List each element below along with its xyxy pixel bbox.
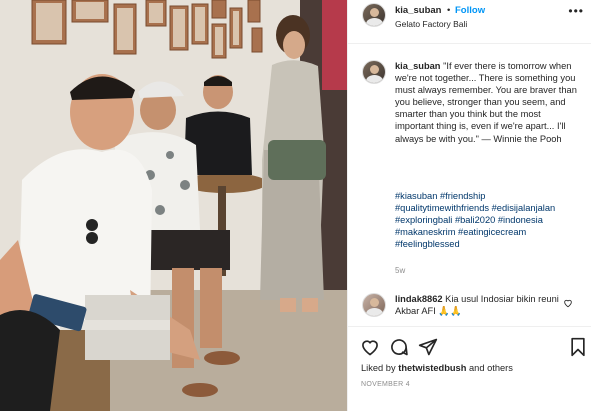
hashtag[interactable]: #edisijalanjalan: [492, 203, 556, 213]
caption-text: "If ever there is tomorrow when we're no…: [395, 61, 577, 144]
hashtag[interactable]: #feelingblessed: [395, 239, 460, 249]
comment-icon[interactable]: [389, 337, 409, 357]
post-sidebar: kia_suban • Follow Gelato Factory Bali •…: [347, 0, 591, 411]
hashtag[interactable]: #eatingicecream: [458, 227, 526, 237]
author-username[interactable]: kia_suban: [395, 5, 441, 16]
caption: kia_suban "If ever there is tomorrow whe…: [395, 60, 581, 145]
heart-icon[interactable]: [360, 337, 380, 357]
hashtag[interactable]: #kiasuban: [395, 191, 437, 201]
post-age[interactable]: 5w: [395, 266, 405, 275]
liked-by-prefix: Liked by: [361, 363, 399, 373]
caption-username[interactable]: kia_suban: [395, 61, 440, 71]
bookmark-icon[interactable]: [568, 337, 588, 357]
more-options-icon[interactable]: •••: [568, 4, 584, 18]
photo-illustration: [0, 0, 347, 411]
post-photo[interactable]: [0, 0, 347, 411]
liked-by-suffix[interactable]: and others: [466, 363, 513, 373]
comment: lindak8862 Kia usul Indosiar bikin reuni…: [395, 293, 565, 317]
caption-avatar[interactable]: [362, 60, 386, 84]
share-icon[interactable]: [418, 337, 438, 357]
follow-button[interactable]: Follow: [455, 5, 485, 16]
comment-username[interactable]: lindak8862: [395, 294, 443, 304]
action-bar: Liked by thetwistedbush and others NOVEM…: [348, 326, 591, 411]
post-header: kia_suban • Follow Gelato Factory Bali •…: [348, 0, 591, 44]
separator-dot: •: [447, 5, 451, 16]
hashtag[interactable]: #exploringbali: [395, 215, 452, 225]
hashtag[interactable]: #indonesia: [498, 215, 543, 225]
hashtag[interactable]: #friendship: [440, 191, 485, 201]
hashtag[interactable]: #makaneskrim: [395, 227, 455, 237]
liked-by-user[interactable]: thetwistedbush: [398, 363, 466, 373]
hashtag[interactable]: #bali2020: [455, 215, 495, 225]
liked-by: Liked by thetwistedbush and others: [361, 363, 513, 373]
hashtag-list: #kiasuban #friendship #qualitytimewithfr…: [395, 190, 581, 250]
comment-like-icon[interactable]: [563, 298, 573, 308]
post-date[interactable]: NOVEMBER 4: [361, 381, 410, 388]
location-link[interactable]: Gelato Factory Bali: [395, 19, 467, 29]
author-avatar[interactable]: [362, 3, 386, 27]
commenter-avatar[interactable]: [362, 293, 386, 317]
hashtag[interactable]: #qualitytimewithfriends: [395, 203, 489, 213]
